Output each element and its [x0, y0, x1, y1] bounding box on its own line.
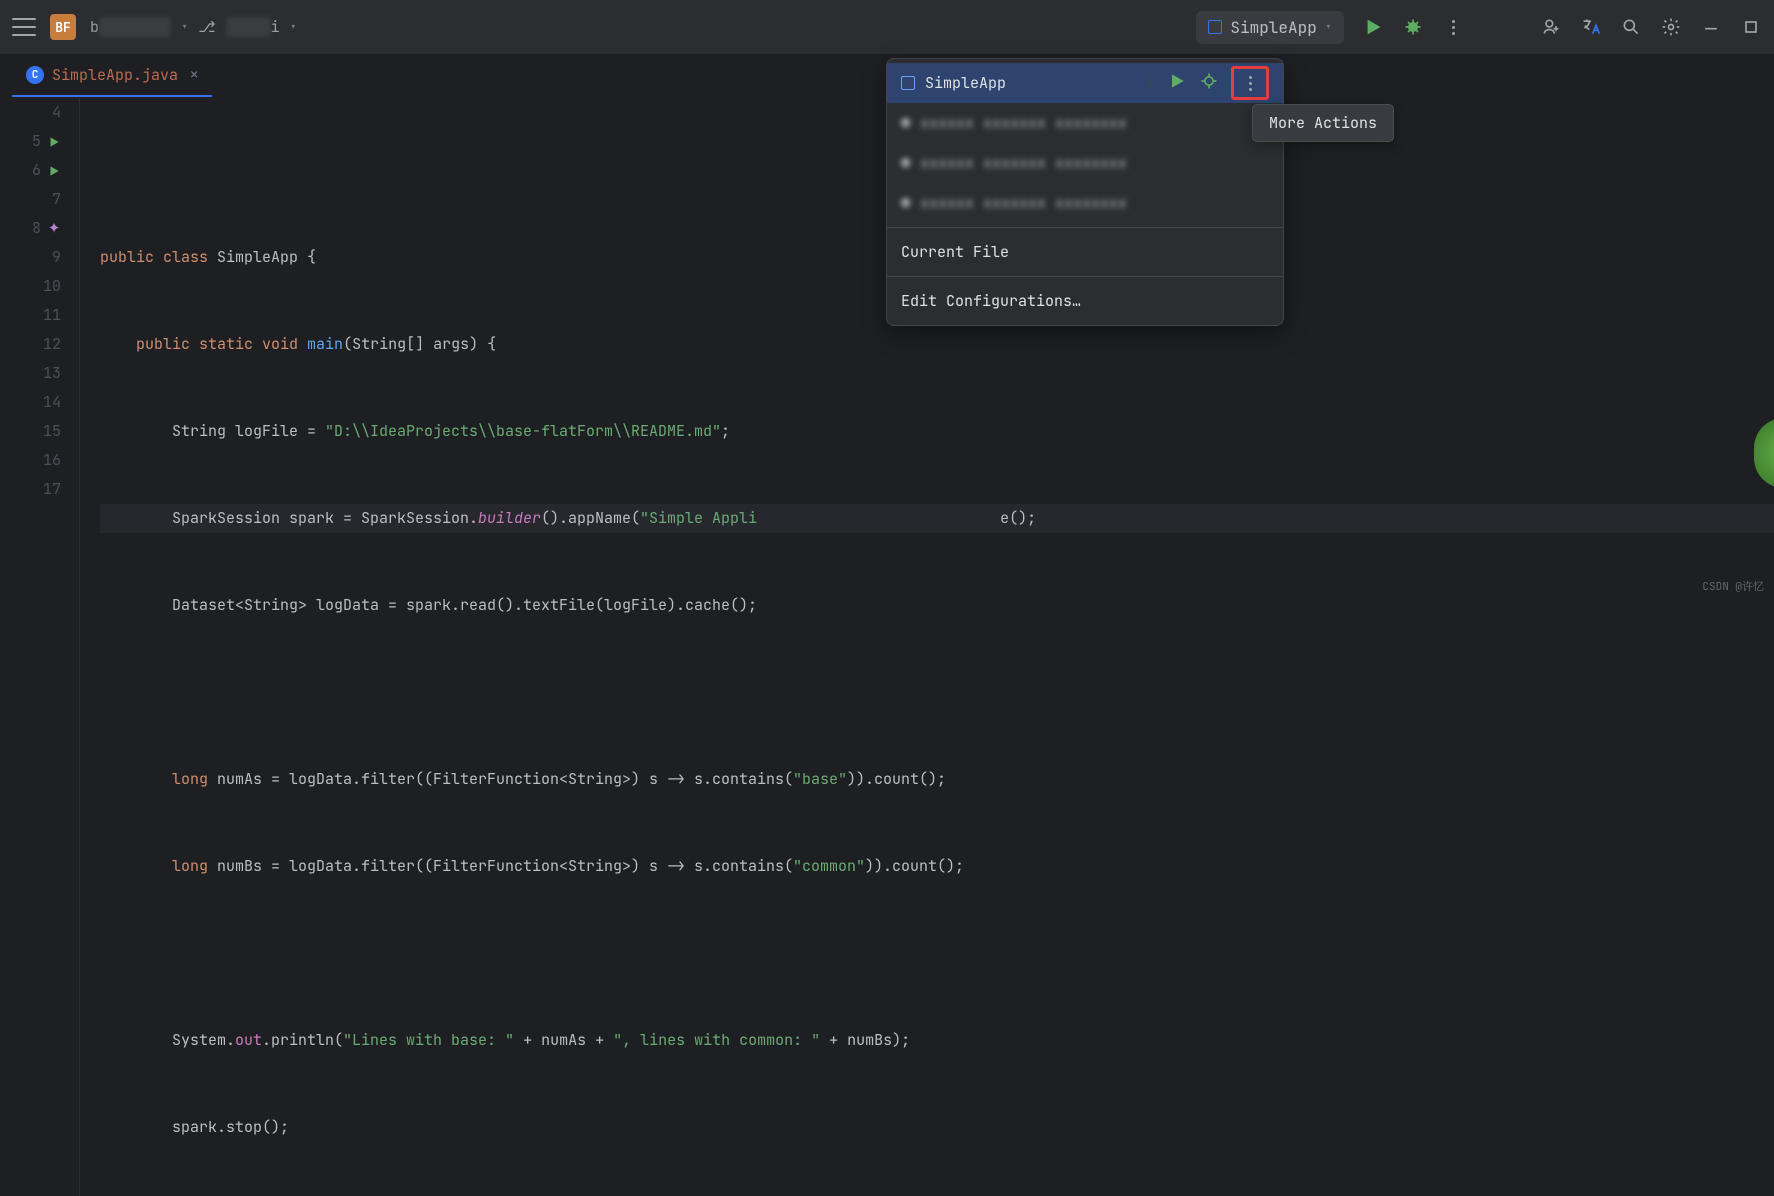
run-gutter-icon[interactable]	[47, 135, 61, 149]
chevron-down-icon: ▾	[290, 19, 297, 35]
popup-item-obscured[interactable]: ●xxxxxx xxxxxxx xxxxxxxx	[887, 103, 1283, 143]
line-number: 7	[52, 185, 61, 214]
line-number: 4	[52, 98, 61, 127]
popup-item-label: SimpleApp	[925, 73, 1006, 93]
run-config-selector[interactable]: SimpleApp ▾	[1196, 11, 1344, 44]
maximize-icon[interactable]	[1740, 16, 1762, 38]
code-line: System.out.println("Lines with base: " +…	[100, 1026, 1774, 1055]
code-line: long numAs = logData.filter((FilterFunct…	[100, 765, 1774, 794]
line-number: 10	[43, 272, 61, 301]
line-number: 5	[32, 127, 41, 156]
run-config-dropdown: SimpleApp | ●xxxxxx xxxxxxx xxxxxxxx ●xx…	[886, 58, 1284, 326]
line-number: 12	[43, 330, 61, 359]
line-number: 11	[43, 301, 61, 330]
main-menu-icon[interactable]	[12, 18, 36, 36]
application-icon	[1208, 20, 1222, 34]
code-line: spark.stop();	[100, 1113, 1774, 1142]
line-number: 14	[43, 388, 61, 417]
chevron-down-icon: ▾	[1325, 19, 1332, 35]
search-icon[interactable]	[1620, 16, 1642, 38]
debug-icon[interactable]	[1199, 71, 1219, 96]
tab-filename: SimpleApp.java	[52, 65, 178, 85]
code-with-me-icon[interactable]	[1540, 16, 1562, 38]
gutter: 4 5 6 7 8 ✦ 9 10 11 12 13 14 15 16 17	[0, 98, 80, 1196]
project-badge[interactable]: BF	[50, 14, 76, 40]
close-icon[interactable]: ✕	[190, 66, 198, 84]
top-toolbar: BF bxxxxxxxx ▾ ⎇ xxxxxi ▾ SimpleApp ▾	[0, 0, 1774, 54]
class-icon: C	[26, 66, 44, 84]
tooltip-more-actions: More Actions	[1252, 104, 1394, 142]
code-line: long numBs = logData.filter((FilterFunct…	[100, 852, 1774, 881]
line-number: 13	[43, 359, 61, 388]
code-line: String logFile = "D:\\IdeaProjects\\base…	[100, 417, 1774, 446]
line-number: 17	[43, 475, 61, 504]
minimize-icon[interactable]	[1700, 16, 1722, 38]
popup-item-simpleapp[interactable]: SimpleApp |	[887, 63, 1283, 103]
code-line: Dataset<String> logData = spark.read().t…	[100, 591, 1774, 620]
separator	[887, 276, 1283, 277]
code-line: SparkSession spark = SparkSession.builde…	[100, 504, 1774, 533]
chevron-down-icon: ▾	[181, 19, 188, 35]
line-number: 9	[52, 243, 61, 272]
application-icon	[901, 76, 915, 90]
more-actions-button[interactable]	[1231, 66, 1269, 100]
code-line	[100, 939, 1774, 968]
line-number: 6	[32, 156, 41, 185]
breadcrumb-item[interactable]: xxxxxi	[226, 17, 280, 37]
popup-item-current-file[interactable]: Current File	[887, 232, 1283, 272]
popup-item-edit-config[interactable]: Edit Configurations…	[887, 281, 1283, 321]
debug-icon[interactable]	[1402, 16, 1424, 38]
watermark: CSDN @许忆	[1702, 578, 1764, 594]
more-icon[interactable]	[1442, 16, 1464, 38]
vcs-branch-icon[interactable]: ⎇	[198, 17, 215, 37]
line-number: 15	[43, 417, 61, 446]
line-number: 16	[43, 446, 61, 475]
translate-icon[interactable]	[1580, 16, 1602, 38]
run-icon[interactable]	[1362, 16, 1384, 38]
run-gutter-icon[interactable]	[47, 164, 61, 178]
divider: |	[1146, 73, 1155, 93]
separator	[887, 227, 1283, 228]
breadcrumb-item[interactable]: bxxxxxxxx	[90, 17, 171, 37]
popup-item-obscured[interactable]: ●xxxxxx xxxxxxx xxxxxxxx	[887, 143, 1283, 183]
code-line	[100, 678, 1774, 707]
gear-icon[interactable]	[1660, 16, 1682, 38]
run-config-label: SimpleApp	[1230, 17, 1316, 38]
popup-item-obscured[interactable]: ●xxxxxx xxxxxxx xxxxxxxx	[887, 183, 1283, 223]
ai-gutter-icon[interactable]: ✦	[47, 222, 61, 236]
tab-simpleapp[interactable]: C SimpleApp.java ✕	[12, 55, 212, 97]
code-line: public static void main(String[] args) {	[100, 330, 1774, 359]
breadcrumb[interactable]: bxxxxxxxx ▾ ⎇ xxxxxi ▾	[90, 17, 297, 37]
line-number: 8	[32, 214, 41, 243]
run-icon[interactable]	[1167, 71, 1187, 96]
